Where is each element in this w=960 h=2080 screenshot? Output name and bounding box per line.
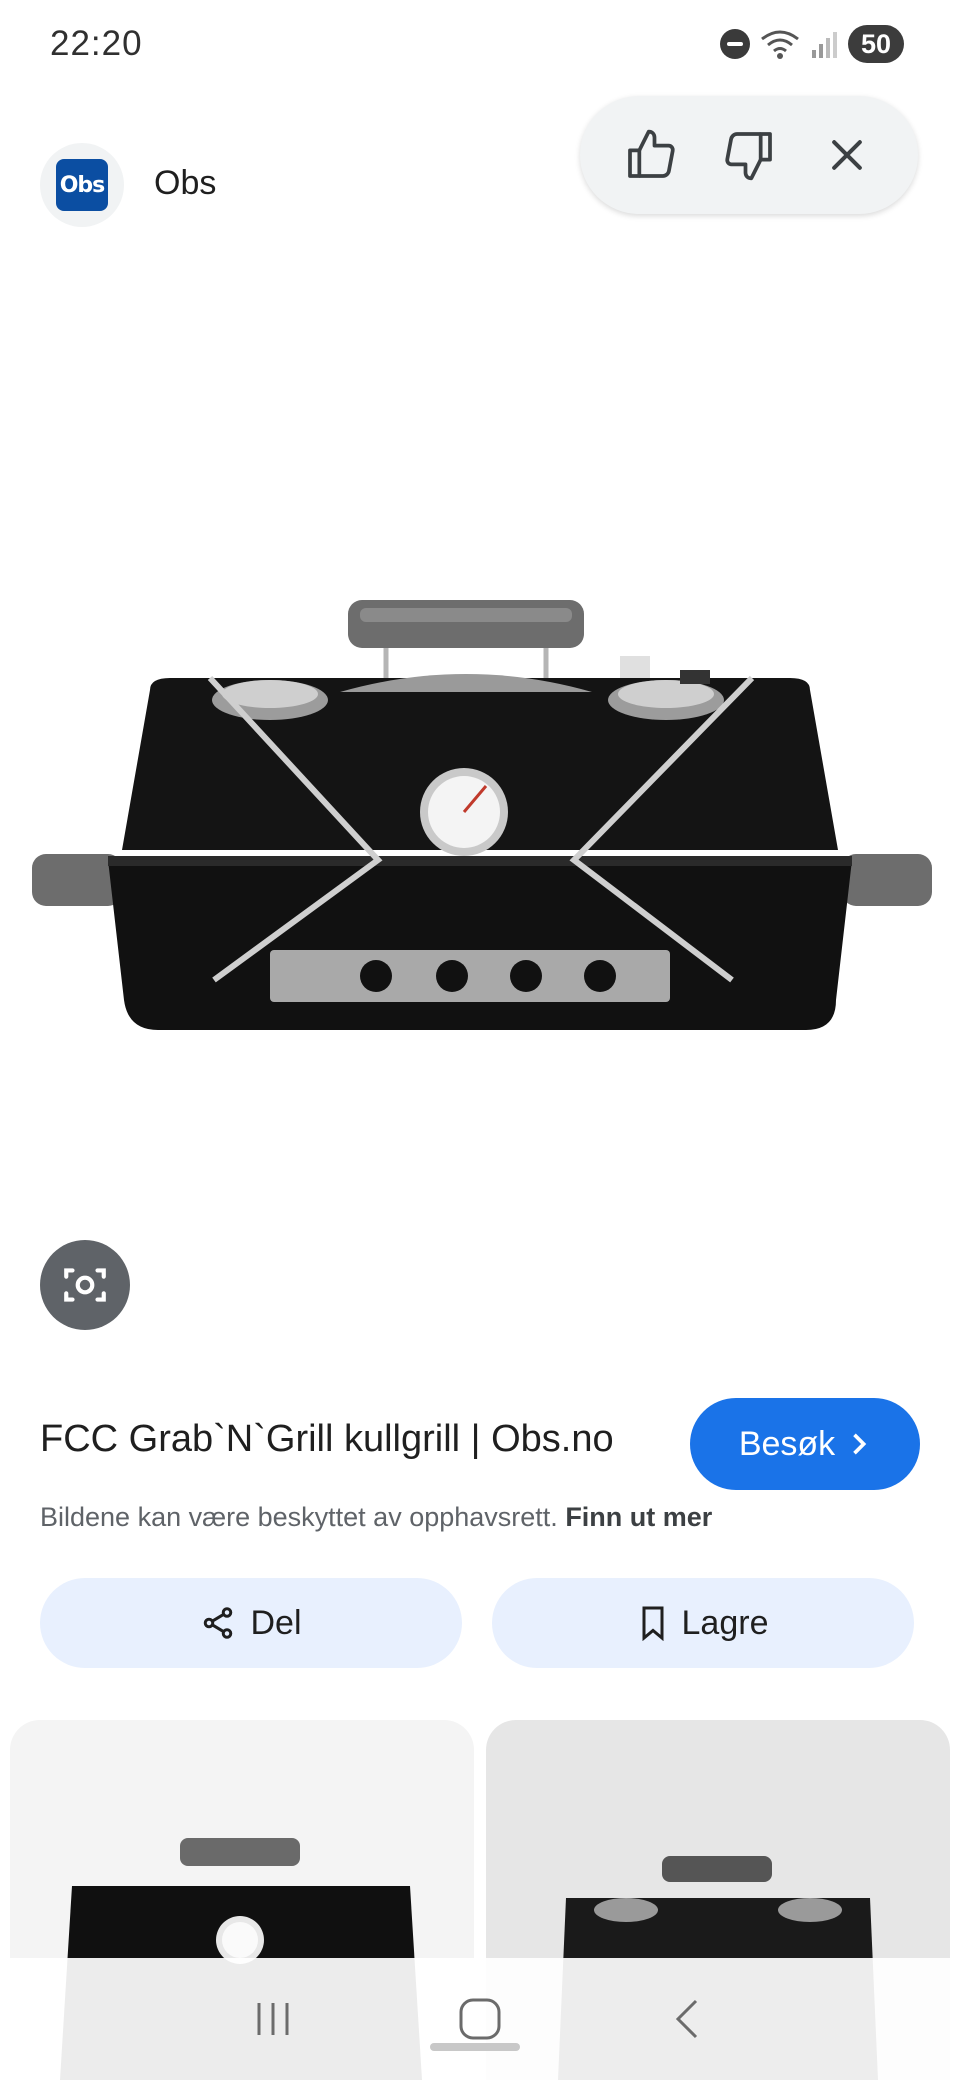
save-button[interactable]: Lagre xyxy=(492,1578,914,1668)
thumbs-up-icon xyxy=(628,129,675,178)
learn-more-link[interactable]: Finn ut mer xyxy=(565,1502,712,1532)
wifi-icon xyxy=(761,30,799,59)
close-icon xyxy=(832,140,862,170)
thumbs-down-icon xyxy=(725,132,772,181)
copyright-text: Bildene kan være beskyttet av opphavsret… xyxy=(40,1502,558,1532)
back-icon xyxy=(675,1999,697,2039)
save-label: Lagre xyxy=(681,1603,769,1642)
home-icon xyxy=(459,1998,501,2040)
back-button[interactable] xyxy=(647,1979,727,2059)
signal-icon xyxy=(812,32,837,58)
share-icon xyxy=(204,1607,233,1639)
thumbs-up-button[interactable] xyxy=(616,120,686,190)
status-icons: 50 xyxy=(720,24,904,64)
system-nav-bar xyxy=(0,1958,960,2080)
visit-button[interactable]: Besøk xyxy=(690,1398,920,1490)
gesture-handle xyxy=(430,2043,520,2051)
source-logo[interactable]: Obs xyxy=(40,143,124,227)
bookmark-icon xyxy=(642,1606,664,1641)
feedback-pill xyxy=(580,96,918,214)
camera-search-icon xyxy=(64,1268,106,1302)
do-not-disturb-icon xyxy=(720,29,750,59)
status-time: 22:20 xyxy=(50,24,143,63)
obs-logo: Obs xyxy=(56,159,108,211)
share-label: Del xyxy=(250,1603,302,1642)
visit-label: Besøk xyxy=(738,1424,836,1463)
lens-button[interactable] xyxy=(40,1240,130,1330)
battery-icon: 50 xyxy=(848,25,904,63)
share-button[interactable]: Del xyxy=(40,1578,462,1668)
chevron-right-icon xyxy=(853,1433,867,1455)
product-image[interactable] xyxy=(0,560,960,1060)
thumbs-down-button[interactable] xyxy=(714,120,784,190)
status-bar: 22:20 50 xyxy=(0,0,960,90)
close-button[interactable] xyxy=(812,120,882,190)
source-name[interactable]: Obs xyxy=(154,164,216,203)
recents-icon xyxy=(257,2003,289,2035)
recents-button[interactable] xyxy=(233,1979,313,2059)
copyright-notice: Bildene kan være beskyttet av opphavsret… xyxy=(40,1502,712,1533)
result-title[interactable]: FCC Grab`N`Grill kullgrill | Obs.no xyxy=(40,1418,614,1461)
